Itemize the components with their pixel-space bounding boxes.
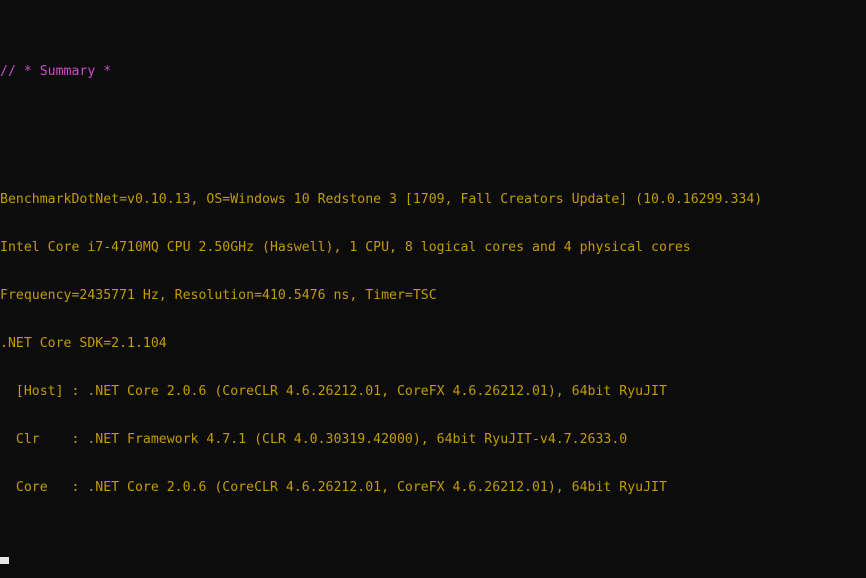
env-line-clr: Clr : .NET Framework 4.7.1 (CLR 4.0.3031… [0,432,628,447]
env-line-frequency: Frequency=2435771 Hz, Resolution=410.547… [0,288,437,303]
env-line-sdk: .NET Core SDK=2.1.104 [0,336,167,351]
summary-header: // * Summary * [0,64,112,79]
terminal-console[interactable]: // * Summary * BenchmarkDotNet=v0.10.13,… [0,0,866,578]
env-line-benchmarkdotnet: BenchmarkDotNet=v0.10.13, OS=Windows 10 … [0,192,763,207]
terminal-cursor [0,557,9,564]
env-line-host: [Host] : .NET Core 2.0.6 (CoreCLR 4.6.26… [0,384,667,399]
env-line-cpu: Intel Core i7-4710MQ CPU 2.50GHz (Haswel… [0,240,691,255]
env-line-core: Core : .NET Core 2.0.6 (CoreCLR 4.6.2621… [0,480,667,495]
